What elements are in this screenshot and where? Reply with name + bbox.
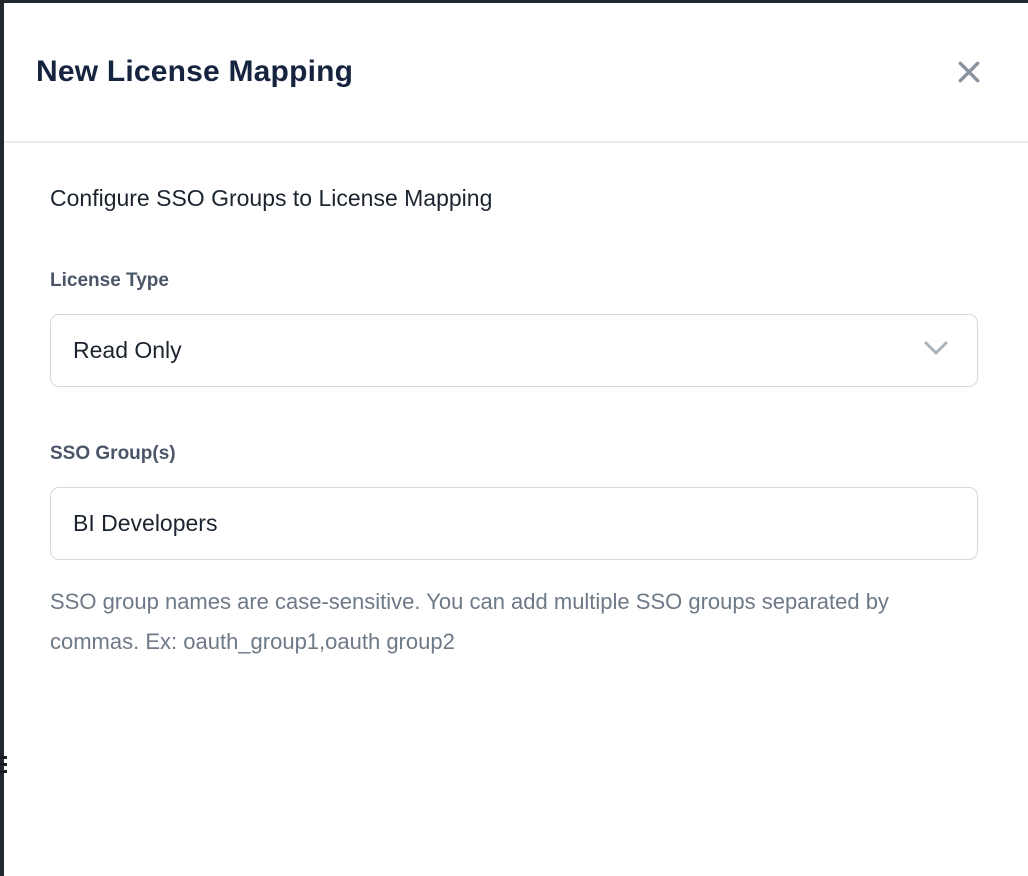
list-icon-fragment [0,756,7,778]
dialog-header: New License Mapping [4,3,1028,143]
sso-groups-help-text: SSO group names are case-sensitive. You … [50,582,900,662]
chevron-down-icon [923,340,949,361]
close-button[interactable] [950,53,988,91]
dialog-title: New License Mapping [36,55,353,89]
license-type-select[interactable]: Read Only [50,314,978,387]
license-type-selected-value: Read Only [73,337,182,364]
dialog-body: Configure SSO Groups to License Mapping … [4,143,1028,662]
dialog-subtitle: Configure SSO Groups to License Mapping [50,185,982,212]
license-type-label: License Type [50,270,982,292]
page-edge-left [0,0,4,876]
sso-groups-input[interactable] [50,487,978,560]
new-license-mapping-dialog: New License Mapping Configure SSO Groups… [4,3,1028,876]
page-edge-top [0,0,1028,3]
sso-groups-label: SSO Group(s) [50,443,982,465]
close-icon [956,73,982,88]
